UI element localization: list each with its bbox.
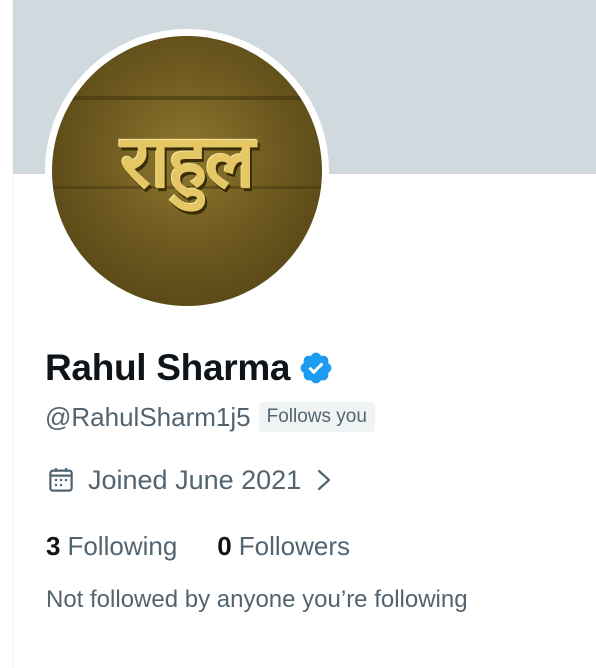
following-link[interactable]: 3 Following: [46, 531, 177, 562]
follows-you-badge: Follows you: [258, 402, 375, 432]
mutual-followers-text: Not followed by anyone you’re following: [46, 586, 468, 613]
following-count: 3: [46, 530, 61, 561]
following-label: Following: [67, 530, 178, 561]
avatar[interactable]: राहुल: [52, 36, 322, 306]
followers-label: Followers: [238, 530, 351, 561]
calendar-icon: [46, 465, 76, 495]
handle-row: @RahulSharm1j5 Follows you: [45, 399, 375, 435]
chevron-right-icon: [313, 466, 335, 494]
joined-date: Joined June 2021: [88, 464, 302, 495]
display-name: Rahul Sharma: [45, 347, 291, 388]
verified-badge-icon[interactable]: [298, 350, 334, 386]
followers-link[interactable]: 0 Followers: [217, 531, 350, 562]
user-handle: @RahulSharm1j5: [45, 401, 251, 432]
follow-stats: 3 Following 0 Followers: [46, 526, 350, 566]
avatar-devanagari-text: राहुल: [120, 119, 256, 205]
followers-count: 0: [217, 530, 232, 561]
name-row: Rahul Sharma: [45, 344, 334, 392]
joined-row[interactable]: Joined June 2021: [46, 460, 335, 500]
